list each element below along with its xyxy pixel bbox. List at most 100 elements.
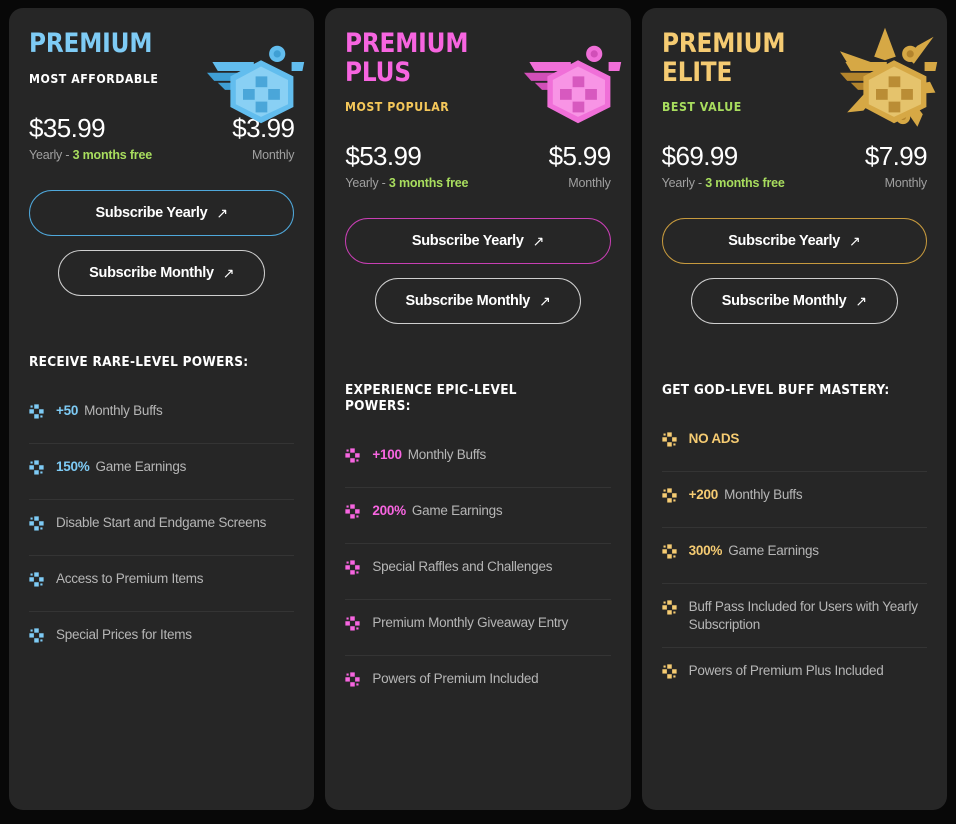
pricing-plans-container: PREMIUM MOST AFFORDABLE $35.99 Yearly - 3 m… xyxy=(0,0,956,824)
feature-item: Buff Pass Included for Users with Yearly… xyxy=(661,584,927,649)
feature-item: +100 Monthly Buffs xyxy=(345,432,611,489)
feature-text: Access to Premium Items xyxy=(56,570,204,588)
feature-highlight: NO ADS xyxy=(688,431,740,447)
feature-label: Game Earnings xyxy=(411,503,503,519)
subscribe-yearly-button-label: Subscribe Yearly xyxy=(95,204,208,221)
pricing-card-premium-elite: PREMIUM ELITE BEST VALUE $69.99 Yearly - 3 … xyxy=(641,8,947,810)
feature-text: Special Raffles and Challenges xyxy=(372,558,552,576)
arrow-up-right-icon: ↗ xyxy=(849,233,861,250)
feature-label: Access to Premium Items xyxy=(56,570,204,586)
feature-text: +100 Monthly Buffs xyxy=(372,446,486,464)
features-heading: EXPERIENCE EPIC-LEVEL POWERS: xyxy=(345,382,518,415)
yearly-price-block: $69.99 Yearly - 3 months free xyxy=(662,143,785,190)
feature-text: Powers of Premium Plus Included xyxy=(689,662,884,680)
subscribe-monthly-button[interactable]: Subscribe Monthly ↗ xyxy=(690,278,898,325)
plan-tagline: MOST POPULAR xyxy=(345,99,450,115)
monthly-price-amount: $7.99 xyxy=(864,141,928,172)
feature-item: Special Prices for Items xyxy=(29,612,294,668)
yearly-price-caption: Yearly - 3 months free xyxy=(662,176,785,190)
feature-highlight: 200% xyxy=(372,503,406,519)
feature-label: Powers of Premium Plus Included xyxy=(688,663,884,679)
four-square-cross-icon xyxy=(29,515,44,531)
feature-highlight: +100 xyxy=(372,447,402,463)
monthly-price-block: $3.99 Monthly xyxy=(232,112,295,162)
four-square-cross-icon xyxy=(662,488,677,503)
yearly-price-amount: $53.99 xyxy=(345,141,422,172)
yearly-price-amount: $69.99 xyxy=(661,141,739,172)
feature-text: 300% Game Earnings xyxy=(689,542,819,560)
feature-highlight: 150% xyxy=(56,458,90,474)
feature-label: Powers of Premium Included xyxy=(372,671,539,687)
feature-text: NO ADS xyxy=(689,430,746,448)
feature-item: 200% Game Earnings xyxy=(345,488,611,545)
plan-title: PREMIUM ELITE xyxy=(661,28,785,88)
price-row: $53.99 Yearly - 3 months free $5.99 Monthly xyxy=(345,141,612,190)
feature-list: +50 Monthly Buffs 150% Game Earnings Disable… xyxy=(29,388,295,668)
free-months-badge: 3 months free xyxy=(388,176,469,191)
subscribe-yearly-button[interactable]: Subscribe Yearly ↗ xyxy=(661,218,927,265)
pricing-card-premium: PREMIUM MOST AFFORDABLE $35.99 Yearly - 3 m… xyxy=(9,8,315,810)
subscribe-yearly-button[interactable]: Subscribe Yearly ↗ xyxy=(345,218,611,265)
four-square-cross-icon xyxy=(345,448,360,463)
feature-list: NO ADS +200 Monthly Buffs 300% Game Earnings… xyxy=(661,416,927,704)
monthly-price-caption: Monthly xyxy=(884,176,928,191)
four-square-cross-icon xyxy=(345,616,360,631)
features-heading: RECEIVE RARE-LEVEL POWERS: xyxy=(29,353,249,370)
subscribe-monthly-button-label: Subscribe Monthly xyxy=(89,264,214,281)
four-square-cross-icon xyxy=(345,504,360,519)
yearly-price-block: $53.99 Yearly - 3 months free xyxy=(345,143,468,190)
four-square-cross-icon xyxy=(29,571,44,587)
four-square-cross-icon xyxy=(29,459,44,475)
feature-label: Game Earnings xyxy=(728,543,819,559)
feature-item: Powers of Premium Included xyxy=(345,656,610,712)
free-months-badge: 3 months free xyxy=(705,176,785,191)
four-square-cross-icon xyxy=(662,600,677,615)
feature-highlight: 300% xyxy=(688,543,723,559)
subscribe-monthly-button-label: Subscribe Monthly xyxy=(721,293,847,310)
arrow-up-right-icon: ↗ xyxy=(216,204,228,221)
monthly-price-amount: $5.99 xyxy=(548,141,612,172)
feature-text: 150% Game Earnings xyxy=(56,458,186,476)
feature-label: Special Prices for Items xyxy=(56,626,192,642)
feature-item: Access to Premium Items xyxy=(29,556,295,612)
monthly-price-block: $7.99 Monthly xyxy=(864,141,928,191)
feature-text: Disable Start and Endgame Screens xyxy=(56,514,266,532)
subscribe-yearly-button[interactable]: Subscribe Yearly ↗ xyxy=(29,189,295,236)
subscribe-monthly-button[interactable]: Subscribe Monthly ↗ xyxy=(374,278,582,325)
monthly-price-caption: Monthly xyxy=(251,147,295,162)
price-row: $69.99 Yearly - 3 months free $7.99 Monthly xyxy=(662,141,928,191)
feature-label: Game Earnings xyxy=(95,458,187,474)
feature-text: +200 Monthly Buffs xyxy=(689,486,803,504)
features-heading: GET GOD-LEVEL BUFF MASTERY: xyxy=(661,382,890,399)
plan-tagline: BEST VALUE xyxy=(661,99,742,115)
arrow-up-right-icon: ↗ xyxy=(855,293,867,310)
feature-label: Monthly Buffs xyxy=(407,447,487,463)
feature-item: Special Raffles and Challenges xyxy=(345,544,611,601)
plan-tagline: MOST AFFORDABLE xyxy=(29,70,159,86)
feature-text: Special Prices for Items xyxy=(56,626,192,644)
subscribe-monthly-button-label: Subscribe Monthly xyxy=(405,293,531,310)
four-square-cross-icon xyxy=(662,664,677,679)
yearly-caption-prefix: Yearly - xyxy=(661,176,706,191)
feature-item: 300% Game Earnings xyxy=(661,528,927,585)
subscribe-monthly-button[interactable]: Subscribe Monthly ↗ xyxy=(58,249,266,296)
arrow-up-right-icon: ↗ xyxy=(222,264,235,281)
feature-label: Buff Pass Included for Users with Yearly… xyxy=(688,599,918,633)
feature-item: 150% Game Earnings xyxy=(29,444,295,500)
four-square-cross-icon xyxy=(662,432,677,447)
subscribe-yearly-button-label: Subscribe Yearly xyxy=(411,233,524,250)
feature-label: Disable Start and Endgame Screens xyxy=(56,514,267,530)
feature-item: +50 Monthly Buffs xyxy=(29,388,295,444)
subscribe-yearly-button-label: Subscribe Yearly xyxy=(728,233,840,250)
yearly-caption-prefix: Yearly - xyxy=(29,147,73,162)
arrow-up-right-icon: ↗ xyxy=(539,293,551,310)
price-row: $35.99 Yearly - 3 months free $3.99 Monthly xyxy=(29,112,295,162)
four-square-cross-icon xyxy=(345,672,360,687)
feature-text: Buff Pass Included for Users with Yearly… xyxy=(689,598,927,634)
feature-list: +100 Monthly Buffs 200% Game Earnings Specia… xyxy=(345,432,611,712)
monthly-price-amount: $3.99 xyxy=(232,112,295,143)
yearly-price-block: $35.99 Yearly - 3 months free xyxy=(29,115,152,162)
four-square-cross-icon xyxy=(29,403,44,419)
four-square-cross-icon xyxy=(29,627,44,643)
feature-item: Disable Start and Endgame Screens xyxy=(29,500,295,556)
